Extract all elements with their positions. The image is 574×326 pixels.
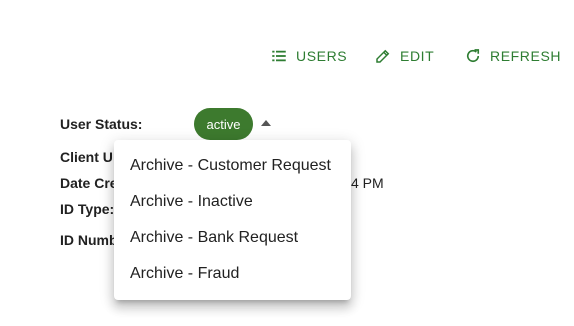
- menu-item-archive-customer-request[interactable]: Archive - Customer Request: [114, 148, 351, 184]
- id-number-label: ID Numb: [60, 232, 118, 248]
- menu-item-archive-inactive[interactable]: Archive - Inactive: [114, 184, 351, 220]
- edit-button-label: EDIT: [400, 48, 435, 64]
- caret-up-icon[interactable]: [261, 120, 271, 126]
- refresh-button[interactable]: REFRESH: [464, 44, 561, 68]
- pencil-icon: [374, 47, 392, 65]
- status-chip[interactable]: active: [194, 108, 253, 140]
- edit-button[interactable]: EDIT: [374, 44, 434, 68]
- date-created-value: 4 PM: [351, 175, 384, 191]
- refresh-button-label: REFRESH: [490, 48, 562, 64]
- user-status-label: User Status:: [60, 116, 143, 132]
- menu-item-archive-fraud[interactable]: Archive - Fraud: [114, 256, 351, 292]
- status-dropdown-menu: Archive - Customer Request Archive - Ina…: [114, 140, 351, 300]
- menu-item-archive-bank-request[interactable]: Archive - Bank Request: [114, 220, 351, 256]
- users-button[interactable]: USERS: [270, 44, 347, 68]
- date-created-label: Date Cre: [60, 175, 118, 191]
- client-label: Client U: [60, 149, 113, 165]
- refresh-icon: [464, 47, 482, 65]
- users-button-label: USERS: [296, 48, 348, 64]
- user-details-page: USERS EDIT REFRESH User Status: active C…: [0, 0, 574, 326]
- id-type-label: ID Type:: [60, 201, 115, 217]
- list-icon: [270, 47, 288, 65]
